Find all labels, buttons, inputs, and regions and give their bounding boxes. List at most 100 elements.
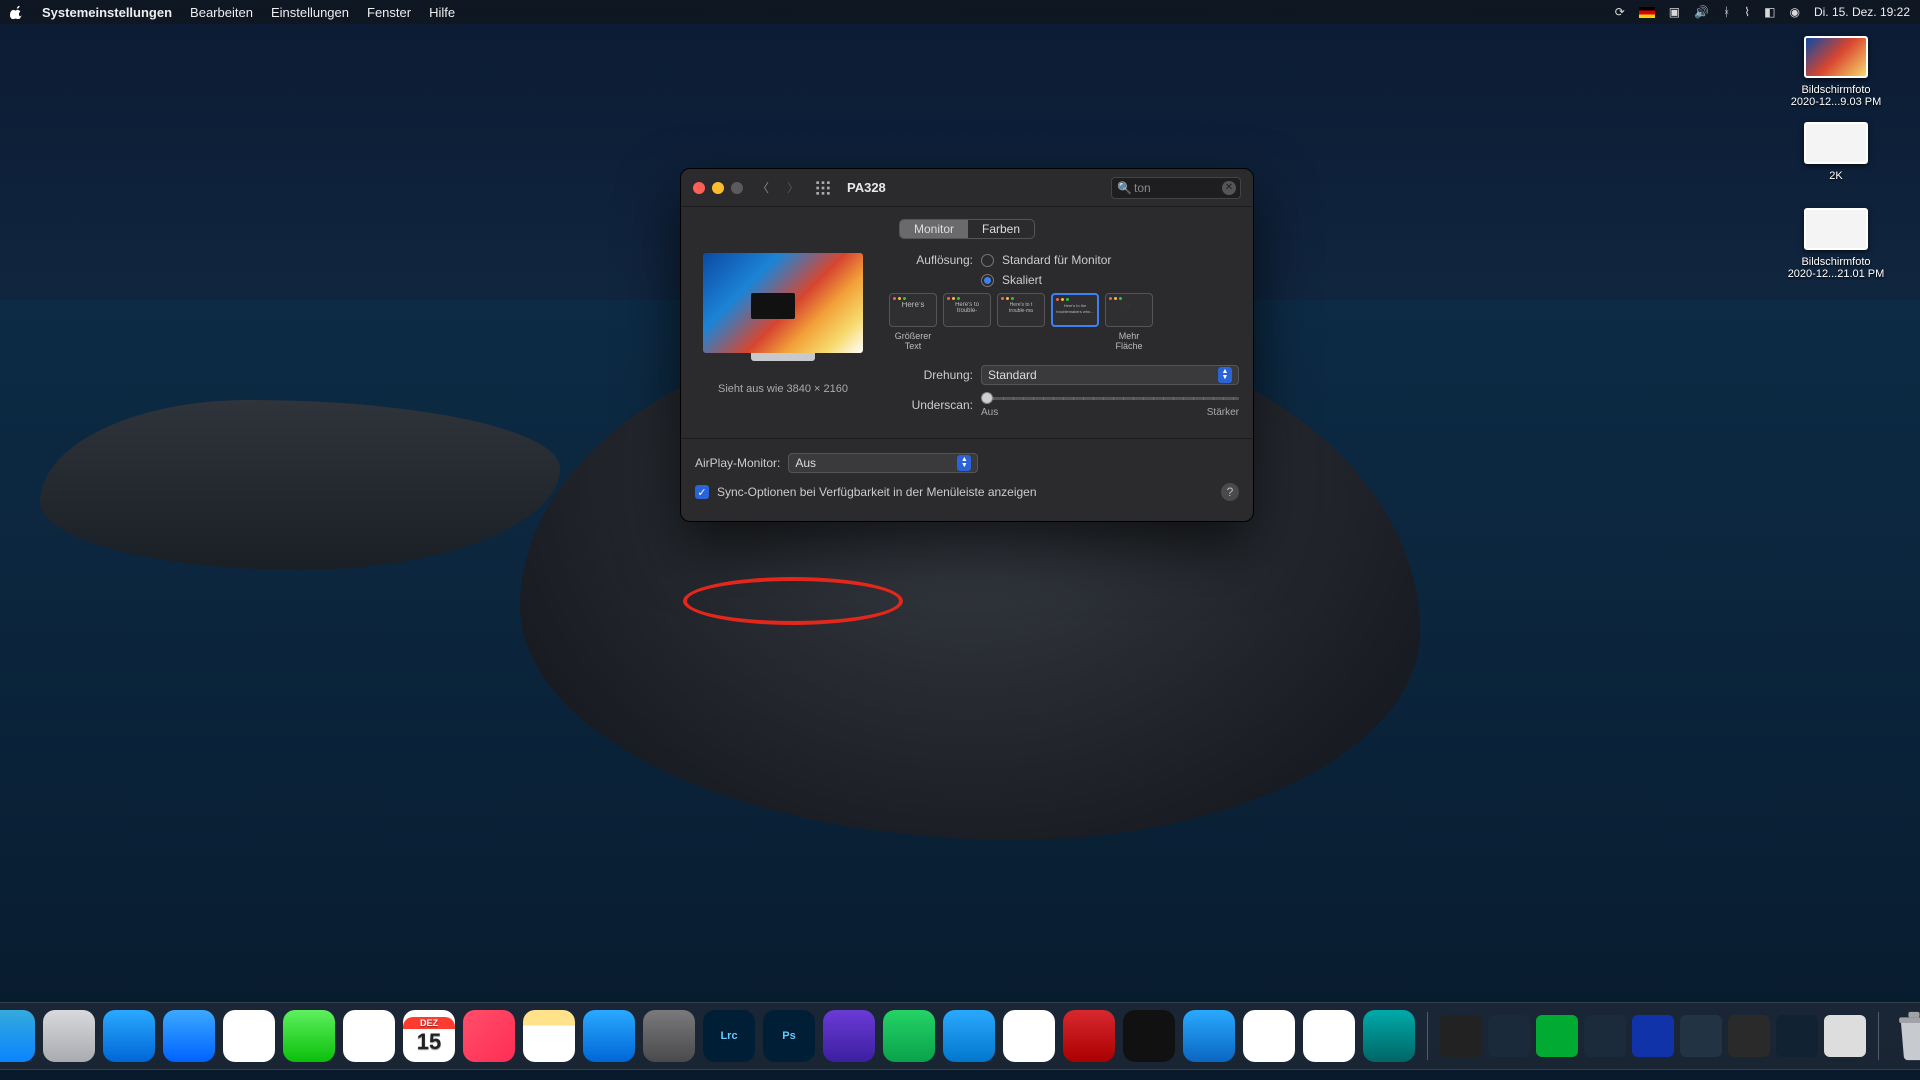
dock-app-music[interactable] — [463, 1010, 515, 1062]
monitor-preview — [703, 253, 863, 353]
status-bluetooth-icon[interactable]: ᚼ — [1723, 5, 1730, 19]
menubar-datetime[interactable]: Di. 15. Dez. 19:22 — [1814, 5, 1910, 19]
sync-checkbox[interactable]: ✓ — [695, 485, 709, 499]
status-wifi-icon[interactable]: ⌇ — [1744, 5, 1750, 19]
radio-standard-label[interactable]: Standard für Monitor — [1002, 253, 1111, 267]
dock-app-appstore[interactable] — [583, 1010, 635, 1062]
scale-option-4[interactable]: Here's to the troublemakers who... — [1051, 293, 1099, 351]
airplay-value: Aus — [795, 456, 816, 470]
desktop-icon-screenshot-3[interactable]: Bildschirmfoto 2020-12...21.01 PM — [1776, 208, 1896, 280]
rotation-select[interactable]: Standard ▲▼ — [981, 365, 1239, 385]
underscan-slider[interactable] — [981, 391, 1239, 405]
dock-app-ps[interactable]: Ps — [763, 1010, 815, 1062]
rotation-label: Drehung: — [889, 368, 973, 382]
scale-option-3[interactable]: Here's to t trouble-ma — [997, 293, 1045, 351]
menu-item-edit[interactable]: Bearbeiten — [190, 5, 253, 20]
scale-option-5[interactable]: ···Mehr Fläche — [1105, 293, 1153, 351]
dock-app-numbers[interactable] — [1003, 1010, 1055, 1062]
desktop-icon-sublabel: 2020-12...21.01 PM — [1776, 268, 1896, 280]
desktop-icon-label: Bildschirmfoto — [1776, 256, 1896, 268]
resolution-label: Auflösung: — [889, 253, 973, 267]
close-button[interactable] — [693, 182, 705, 194]
rotation-value: Standard — [988, 368, 1037, 382]
nav-forward-button: 〉 — [783, 178, 803, 198]
window-traffic-lights — [693, 182, 743, 194]
dock-app-safari[interactable] — [163, 1010, 215, 1062]
zoom-button[interactable] — [731, 182, 743, 194]
clear-search-button[interactable]: ✕ — [1222, 181, 1236, 195]
dock-app-calendar[interactable]: DEZ15 — [403, 1010, 455, 1062]
help-button[interactable]: ? — [1221, 483, 1239, 501]
desktop-icon-label: 2K — [1776, 170, 1896, 182]
tab-colors[interactable]: Farben — [968, 220, 1034, 238]
dock-separator — [1878, 1012, 1879, 1060]
desktop-icon-sublabel: 2020-12...9.03 PM — [1776, 96, 1896, 108]
dock-app-settings[interactable] — [643, 1010, 695, 1062]
dock-app-photos[interactable] — [343, 1010, 395, 1062]
status-timemachine-icon[interactable]: ⟳ — [1615, 5, 1625, 19]
underscan-min-label: Aus — [981, 407, 998, 418]
desktop-icon-screenshot-2[interactable]: 2K — [1776, 122, 1896, 182]
menu-item-prefs[interactable]: Einstellungen — [271, 5, 349, 20]
scale-option-2[interactable]: Here's to trouble- — [943, 293, 991, 351]
window-titlebar[interactable]: 〈 〉 PA328 🔍 ton ✕ — [681, 169, 1253, 207]
menu-app-name[interactable]: Systemeinstellungen — [42, 5, 172, 20]
dock-minimized-window[interactable] — [1776, 1015, 1818, 1057]
dock-minimized-window[interactable] — [1440, 1015, 1482, 1057]
dock-app-launchpad[interactable] — [43, 1010, 95, 1062]
dock-app-messages[interactable] — [283, 1010, 335, 1062]
apple-menu-icon[interactable] — [10, 5, 24, 19]
sync-checkbox-label[interactable]: Sync-Optionen bei Verfügbarkeit in der M… — [717, 485, 1037, 499]
dock-app-affinityphoto[interactable] — [1183, 1010, 1235, 1062]
dock-minimized-window[interactable] — [1728, 1015, 1770, 1057]
status-volume-icon[interactable]: 🔊 — [1694, 5, 1709, 19]
dock-minimized-window[interactable] — [1680, 1015, 1722, 1057]
radio-scaled[interactable] — [981, 274, 994, 287]
search-icon: 🔍 — [1117, 181, 1132, 195]
dock-app-notes[interactable] — [523, 1010, 575, 1062]
dock-app-imovie[interactable] — [823, 1010, 875, 1062]
desktop-wallpaper — [0, 0, 1920, 1080]
menu-item-help[interactable]: Hilfe — [429, 5, 455, 20]
radio-scaled-label[interactable]: Skaliert — [1002, 273, 1042, 287]
minimize-button[interactable] — [712, 182, 724, 194]
dock-app-activitymonitor[interactable] — [1123, 1010, 1175, 1062]
display-tabs: Monitor Farben — [695, 219, 1239, 239]
dock-trash[interactable] — [1891, 1010, 1920, 1062]
menu-bar: Systemeinstellungen Bearbeiten Einstellu… — [0, 0, 1920, 24]
dock-minimized-window[interactable] — [1632, 1015, 1674, 1057]
scale-option-1[interactable]: Here'sGrößerer Text — [889, 293, 937, 351]
preferences-search-field[interactable]: 🔍 ton ✕ — [1111, 177, 1241, 199]
resolution-readout: Sieht aus wie 3840 × 2160 — [695, 383, 871, 395]
dock-app-whatsapp[interactable] — [883, 1010, 935, 1062]
search-value: ton — [1134, 181, 1151, 195]
dock-app-maps[interactable] — [103, 1010, 155, 1062]
dock-separator — [1427, 1012, 1428, 1060]
dock-app-lrc[interactable]: Lrc — [703, 1010, 755, 1062]
desktop-icon-screenshot-1[interactable]: Bildschirmfoto 2020-12...9.03 PM — [1776, 36, 1896, 108]
dock-app-chrome[interactable] — [223, 1010, 275, 1062]
dock-app-ccleaner[interactable] — [1063, 1010, 1115, 1062]
underscan-max-label: Stärker — [1207, 407, 1239, 418]
menu-item-window[interactable]: Fenster — [367, 5, 411, 20]
tab-monitor[interactable]: Monitor — [900, 220, 968, 238]
radio-standard[interactable] — [981, 254, 994, 267]
show-all-button[interactable] — [813, 178, 833, 198]
status-input-german-icon[interactable] — [1639, 7, 1655, 18]
dock-minimized-window[interactable] — [1536, 1015, 1578, 1057]
airplay-select[interactable]: Aus ▲▼ — [788, 453, 978, 473]
dock-app-pages[interactable] — [1243, 1010, 1295, 1062]
dock: DEZ15 LrcPs — [0, 1002, 1920, 1070]
select-arrows-icon: ▲▼ — [957, 455, 971, 471]
dock-minimized-window[interactable] — [1824, 1015, 1866, 1057]
dock-app-app[interactable] — [1363, 1010, 1415, 1062]
dock-app-telegram[interactable] — [943, 1010, 995, 1062]
dock-minimized-window[interactable] — [1584, 1015, 1626, 1057]
dock-minimized-window[interactable] — [1488, 1015, 1530, 1057]
nav-back-button[interactable]: 〈 — [753, 178, 773, 198]
status-battery-icon[interactable]: ◧ — [1764, 5, 1775, 19]
status-airplay-icon[interactable]: ▣ — [1669, 5, 1680, 19]
dock-app-libreoffice[interactable] — [1303, 1010, 1355, 1062]
dock-app-finder[interactable] — [0, 1010, 35, 1062]
status-user-icon[interactable]: ◉ — [1789, 5, 1799, 19]
